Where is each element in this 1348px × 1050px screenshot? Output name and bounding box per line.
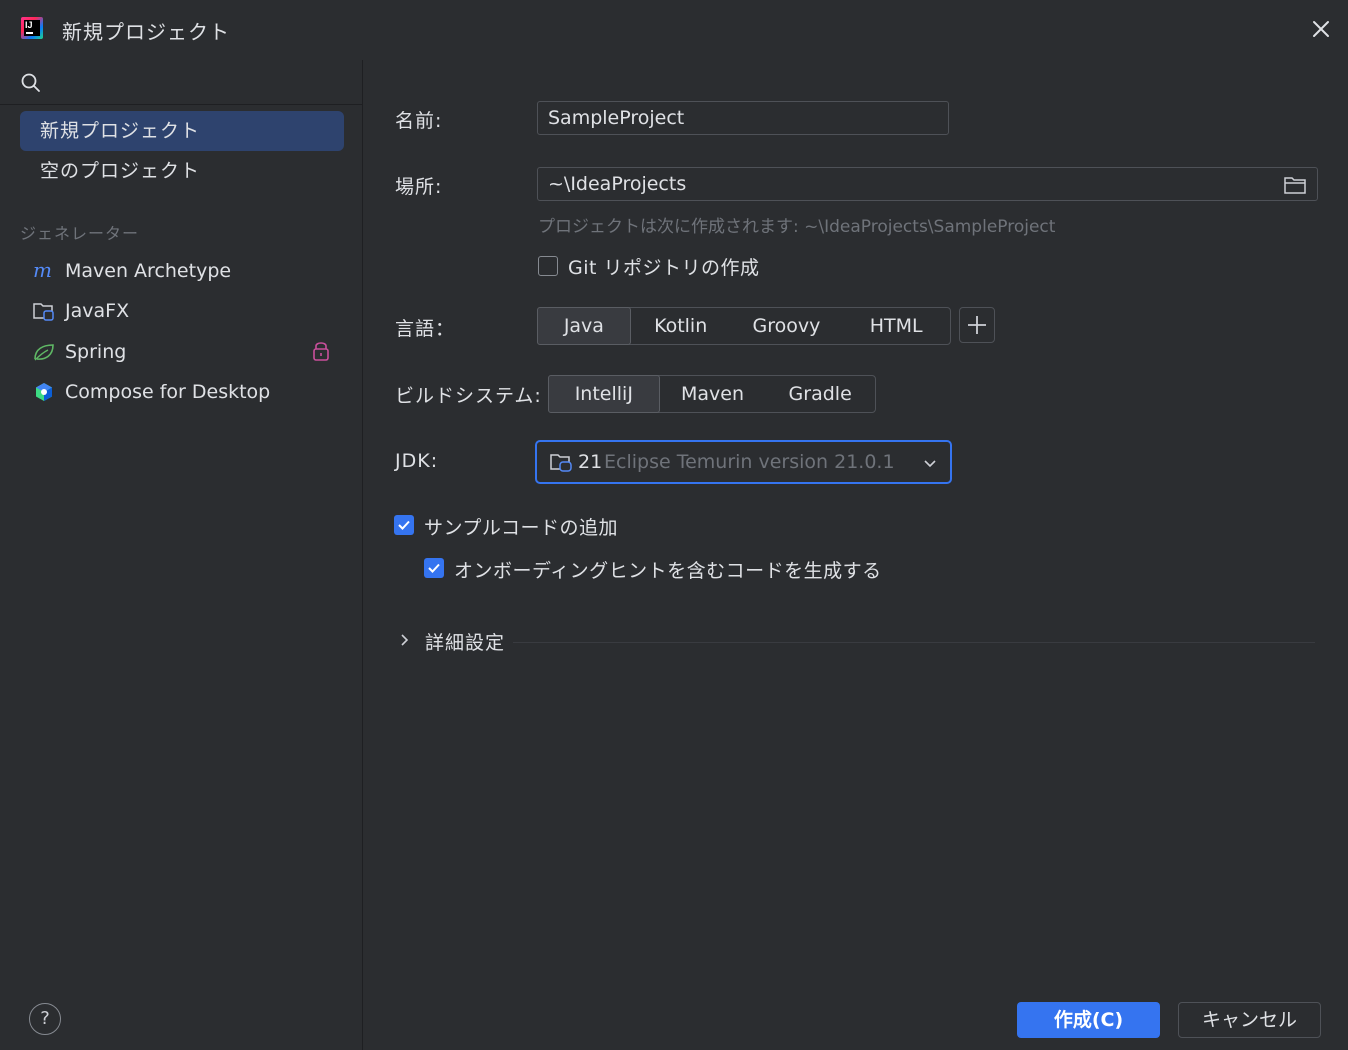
language-option-java[interactable]: Java — [537, 307, 631, 345]
intellij-logo-icon — [21, 17, 43, 39]
language-option-kotlin[interactable]: Kotlin — [631, 308, 731, 344]
generator-item-maven-archetype[interactable]: m Maven Archetype — [30, 251, 340, 291]
build-option-gradle[interactable]: Gradle — [765, 376, 875, 412]
jdk-name: Eclipse Temurin version 21.0.1 — [604, 451, 895, 473]
generator-label: Spring — [65, 341, 127, 363]
language-label: 言語： — [395, 318, 456, 340]
create-button[interactable]: 作成(C) — [1017, 1002, 1160, 1038]
new-project-form: 名前: SampleProject 場所: ~\IdeaProjects プロジ… — [363, 60, 1348, 990]
chevron-right-icon — [401, 634, 409, 646]
sidebar-item-empty-project[interactable]: 空のプロジェクト — [20, 151, 344, 191]
onboarding-label[interactable]: オンボーディングヒントを含むコードを生成する — [454, 556, 882, 583]
svg-text:m: m — [33, 260, 52, 282]
name-field[interactable]: SampleProject — [537, 101, 949, 135]
generators-section-label: ジェネレーター — [20, 224, 140, 243]
folder-browse-icon[interactable] — [1283, 175, 1307, 195]
jdk-folder-icon — [550, 454, 572, 472]
build-system-label: ビルドシステム: — [395, 385, 542, 407]
language-option-groovy[interactable]: Groovy — [731, 308, 843, 344]
chevron-down-icon — [924, 460, 936, 468]
window-title: 新規プロジェクト — [62, 20, 230, 44]
sidebar-search[interactable] — [0, 60, 362, 105]
generator-label: JavaFX — [65, 300, 130, 322]
close-icon — [1313, 21, 1329, 37]
close-button[interactable] — [1307, 15, 1335, 43]
cancel-button[interactable]: キャンセル — [1178, 1002, 1321, 1038]
sample-code-label[interactable]: サンプルコードの追加 — [424, 513, 618, 540]
plus-icon — [968, 316, 986, 334]
build-system-selector: IntelliJ Maven Gradle — [548, 375, 876, 413]
sidebar-item-new-project[interactable]: 新規プロジェクト — [20, 111, 344, 151]
sidebar-item-label: 空のプロジェクト — [40, 160, 201, 182]
sample-code-checkbox[interactable] — [394, 515, 414, 535]
location-hint: プロジェクトは次に作成されます: ~\IdeaProjects\SamplePr… — [538, 217, 1056, 237]
location-value: ~\IdeaProjects — [548, 173, 687, 195]
jdk-label: JDK: — [395, 450, 439, 472]
language-selector: Java Kotlin Groovy HTML — [537, 307, 951, 345]
maven-icon: m — [33, 260, 52, 282]
spring-leaf-icon — [34, 344, 54, 361]
build-option-maven[interactable]: Maven — [660, 376, 766, 412]
lock-icon — [313, 342, 329, 361]
location-label: 場所: — [395, 176, 443, 198]
jdk-version: 21 — [578, 451, 603, 473]
title-bar: 新規プロジェクト — [0, 0, 1348, 60]
git-checkbox-label[interactable]: Git リポジトリの作成 — [568, 253, 760, 280]
build-option-intellij[interactable]: IntelliJ — [548, 375, 660, 413]
divider — [513, 642, 1315, 643]
help-button[interactable]: ? — [29, 1003, 61, 1035]
git-checkbox[interactable] — [538, 256, 558, 276]
generator-item-spring[interactable]: Spring — [30, 332, 340, 372]
checkmark-icon — [428, 563, 440, 573]
advanced-settings-label: 詳細設定 — [425, 632, 506, 654]
sidebar: 新規プロジェクト 空のプロジェクト ジェネレーター m Maven Archet… — [0, 60, 363, 1050]
javafx-folder-icon — [33, 303, 54, 321]
sidebar-item-label: 新規プロジェクト — [40, 120, 201, 142]
checkmark-icon — [398, 520, 410, 530]
name-label: 名前: — [395, 110, 443, 132]
generator-label: Compose for Desktop — [65, 381, 271, 403]
location-field[interactable]: ~\IdeaProjects — [537, 167, 1318, 201]
add-language-button[interactable] — [959, 307, 995, 343]
generator-item-compose-desktop[interactable]: Compose for Desktop — [30, 372, 340, 412]
search-icon[interactable] — [20, 72, 42, 94]
language-option-html[interactable]: HTML — [842, 308, 950, 344]
compose-icon — [36, 383, 52, 401]
generator-label: Maven Archetype — [65, 260, 232, 282]
jdk-dropdown[interactable]: 21 Eclipse Temurin version 21.0.1 — [535, 440, 952, 484]
generator-item-javafx[interactable]: JavaFX — [30, 291, 340, 331]
onboarding-checkbox[interactable] — [424, 558, 444, 578]
advanced-settings-toggle[interactable]: 詳細設定 — [395, 626, 1315, 656]
